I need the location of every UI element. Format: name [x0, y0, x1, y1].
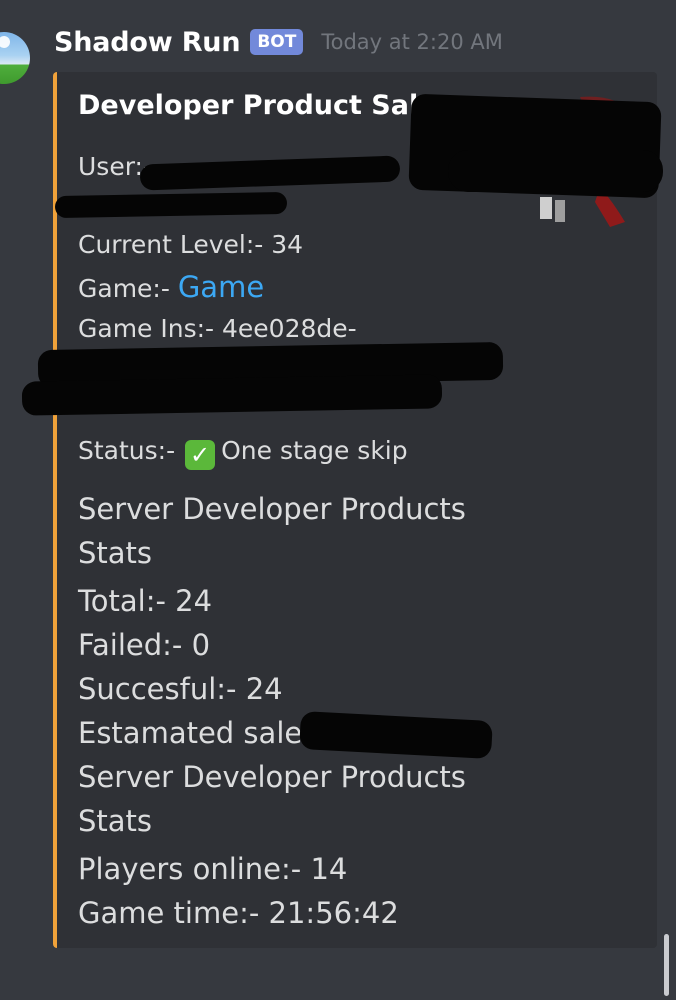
players-online: Players online:- 14	[78, 852, 348, 886]
stats-heading: Server Developer Products	[78, 492, 466, 526]
estimated-sales: Estamated sales:	[78, 716, 328, 750]
message-timestamp[interactable]: Today at 2:20 AM	[321, 30, 503, 54]
game-link[interactable]: Game	[178, 270, 264, 304]
redaction-user-id	[54, 191, 288, 219]
status-row: Status:- ✓ One stage skip	[78, 436, 408, 470]
white-check-mark-icon: ✓	[185, 440, 216, 470]
stats-heading-cont: Stats	[78, 536, 153, 570]
game-instance: Game Ins:- 4ee028de-	[78, 314, 357, 343]
message-header: Shadow Run BOT Today at 2:20 AM	[54, 22, 503, 62]
status-label: Status:-	[78, 436, 176, 465]
embed-title: Developer Product Sale	[78, 90, 437, 121]
redaction-thumbnail-lower	[448, 150, 663, 192]
stats-heading-2-cont: Stats	[78, 804, 153, 838]
stats-heading-2: Server Developer Products	[78, 760, 466, 794]
scrollbar[interactable]	[664, 934, 669, 996]
current-level: Current Level:- 34	[78, 230, 304, 259]
bot-badge: BOT	[250, 29, 304, 55]
author-name[interactable]: Shadow Run	[54, 27, 241, 58]
succesful-count: Succesful:- 24	[78, 672, 283, 706]
total-count: Total:- 24	[78, 584, 213, 618]
game-time: Game time:- 21:56:42	[78, 896, 399, 930]
game-label: Game:-	[78, 274, 170, 303]
failed-count: Failed:- 0	[78, 628, 211, 662]
game-row: Game:- Game	[78, 270, 264, 304]
status-value: One stage skip	[221, 436, 408, 465]
bot-avatar[interactable]	[0, 32, 30, 84]
